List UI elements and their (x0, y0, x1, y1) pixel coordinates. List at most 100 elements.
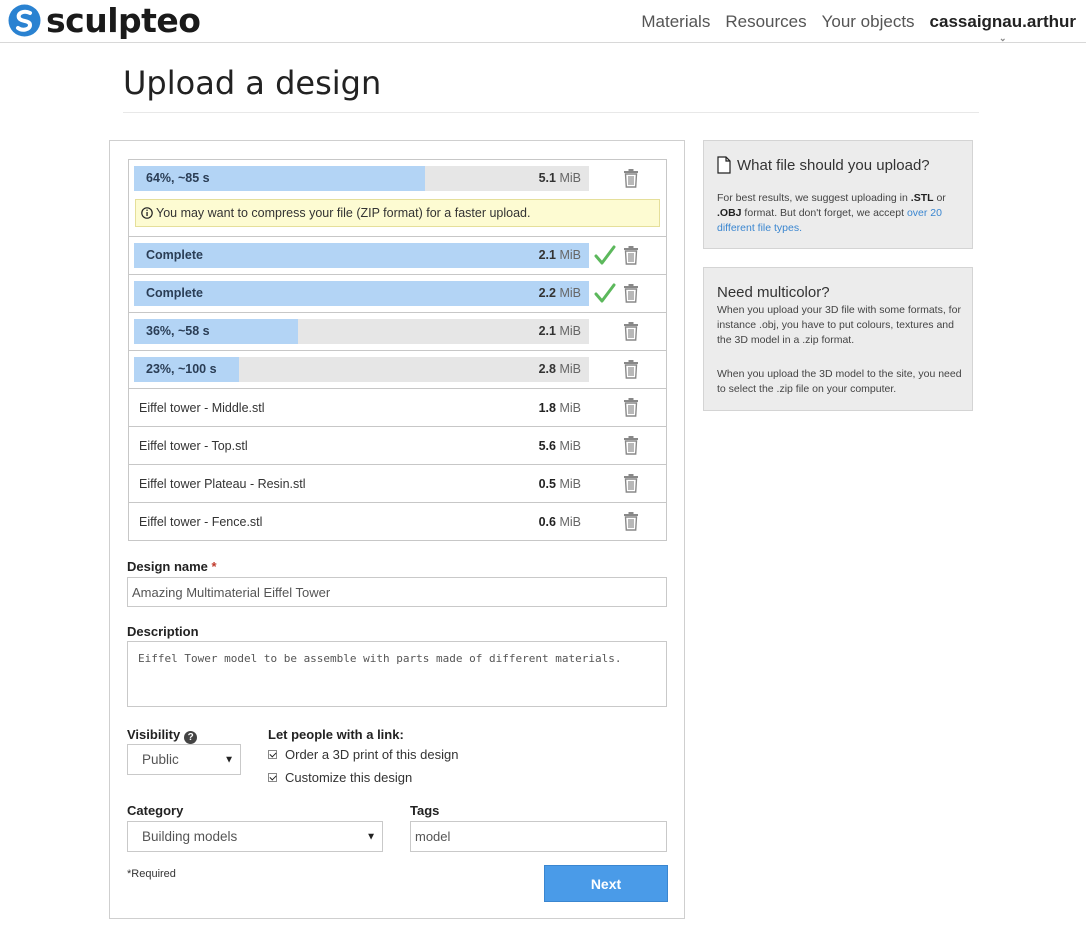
sculpteo-logo[interactable]: sculpteo (8, 0, 201, 40)
tags-input[interactable]: model (410, 821, 667, 852)
file-types-title-text: What file should you upload? (737, 156, 930, 174)
visibility-label: Visibility? (127, 727, 198, 744)
username: cassaignau.arthur (929, 11, 1076, 31)
file-size-unit: MiB (559, 248, 581, 262)
nav-your-objects[interactable]: Your objects (822, 12, 915, 32)
file-size: 1.8 MiB (516, 401, 581, 415)
category-select[interactable]: Building models ▼ (127, 821, 383, 852)
visibility-label-text: Visibility (127, 727, 181, 742)
upload-progress-bar: 23%, ~100 s 2.8 MiB (134, 357, 589, 382)
help-icon[interactable]: ? (184, 731, 198, 744)
nav-resources[interactable]: Resources (725, 12, 806, 32)
user-menu[interactable]: cassaignau.arthur ⌄ (929, 11, 1076, 43)
file-size-unit: MiB (559, 515, 581, 529)
trash-icon[interactable] (623, 511, 639, 531)
trash-icon[interactable] (623, 359, 639, 379)
upload-progress-bar: Complete 2.1 MiB (134, 243, 589, 268)
file-size-value: 0.6 (538, 515, 556, 529)
file-size-value: 2.8 (538, 362, 556, 376)
compression-warning: You may want to compress your file (ZIP … (135, 199, 660, 227)
dropdown-arrow-icon: ▼ (224, 754, 234, 765)
multicolor-text-1: When you upload your 3D file with some f… (717, 304, 961, 346)
file-size-unit: MiB (559, 477, 581, 491)
page-title: Upload a design (123, 64, 382, 102)
file-size: 0.5 MiB (516, 477, 581, 491)
obj-format: .OBJ (717, 207, 742, 219)
file-size: 2.1 MiB (539, 324, 581, 338)
file-size-unit: MiB (559, 362, 581, 376)
visibility-value: Public (142, 752, 179, 767)
warning-text: You may want to compress your file (ZIP … (156, 206, 531, 220)
tags-value: model (415, 829, 451, 844)
design-name-label: Design name * (127, 559, 217, 574)
file-row: Eiffel tower Plateau - Resin.stl 0.5 MiB (129, 464, 666, 502)
file-size-unit: MiB (559, 286, 581, 300)
nav-materials[interactable]: Materials (641, 12, 710, 32)
main-nav: Materials Resources Your objects cassaig… (641, 0, 1076, 43)
tags-label: Tags (410, 803, 440, 818)
link-permissions-label: Let people with a link: (268, 727, 404, 742)
file-size: 2.1 MiB (539, 248, 581, 262)
file-size-unit: MiB (559, 401, 581, 415)
upload-status: 23%, ~100 s (146, 362, 217, 376)
top-navbar: sculpteo Materials Resources Your object… (0, 0, 1086, 43)
file-row: Eiffel tower - Middle.stl 1.8 MiB (129, 388, 666, 426)
design-name-input[interactable]: Amazing Multimaterial Eiffel Tower (127, 577, 667, 607)
required-note: *Required (127, 868, 176, 880)
upload-status: 64%, ~85 s (146, 171, 210, 185)
file-name: Eiffel tower - Fence.stl (139, 515, 263, 529)
description-label: Description (127, 624, 199, 639)
divider (123, 112, 979, 113)
document-icon (717, 156, 731, 174)
file-name: Eiffel tower Plateau - Resin.stl (139, 477, 306, 491)
text-part: For best results, we suggest uploading i… (717, 192, 911, 204)
file-row: Complete 2.1 MiB (129, 236, 666, 274)
upload-progress-bar: 64%, ~85 s 5.1 MiB (134, 166, 589, 191)
order-print-label: Order a 3D print of this design (285, 747, 459, 762)
order-print-option[interactable]: Order a 3D print of this design (268, 747, 458, 762)
text-part: format. But don't forget, we accept (741, 207, 907, 219)
trash-icon[interactable] (623, 168, 639, 188)
file-row: Eiffel tower - Top.stl 5.6 MiB (129, 426, 666, 464)
file-types-text: For best results, we suggest uploading i… (717, 191, 965, 236)
info-icon (141, 207, 153, 219)
description-textarea[interactable]: Eiffel Tower model to be assemble with p… (127, 641, 667, 707)
customize-checkbox[interactable] (268, 773, 277, 782)
upload-progress-bar: 36%, ~58 s 2.1 MiB (134, 319, 589, 344)
upload-progress-bar: Complete 2.2 MiB (134, 281, 589, 306)
file-types-help-box: What file should you upload? For best re… (703, 140, 973, 249)
file-size-unit: MiB (559, 439, 581, 453)
multicolor-help-box: Need multicolor? When you upload your 3D… (703, 267, 973, 411)
file-row: Complete 2.2 MiB (129, 274, 666, 312)
file-row: 23%, ~100 s 2.8 MiB (129, 350, 666, 388)
brand-name: sculpteo (46, 0, 201, 40)
file-size-value: 2.2 (538, 286, 556, 300)
upload-status: Complete (146, 286, 203, 300)
upload-panel: 64%, ~85 s 5.1 MiB You may want to compres… (109, 140, 685, 919)
visibility-select[interactable]: Public ▼ (127, 744, 241, 775)
trash-icon[interactable] (623, 397, 639, 417)
customize-option[interactable]: Customize this design (268, 770, 412, 785)
check-icon (594, 283, 616, 303)
description-value: Eiffel Tower model to be assemble with p… (138, 652, 622, 665)
file-row: 64%, ~85 s 5.1 MiB You may want to compres… (129, 160, 666, 236)
file-size-value: 1.8 (538, 401, 556, 415)
order-print-checkbox[interactable] (268, 750, 277, 759)
file-types-title: What file should you upload? (717, 156, 930, 174)
trash-icon[interactable] (623, 283, 639, 303)
file-name: Eiffel tower - Middle.stl (139, 401, 265, 415)
chevron-down-icon: ⌄ (998, 32, 1007, 43)
sculpteo-logo-icon (8, 4, 41, 36)
trash-icon[interactable] (623, 321, 639, 341)
upload-status: 36%, ~58 s (146, 324, 210, 338)
required-asterisk: * (211, 559, 217, 574)
category-label: Category (127, 803, 184, 818)
next-button[interactable]: Next (544, 865, 668, 902)
trash-icon[interactable] (623, 435, 639, 455)
trash-icon[interactable] (623, 245, 639, 265)
stl-format: .STL (910, 192, 934, 204)
dropdown-arrow-icon: ▼ (366, 831, 376, 842)
upload-status: Complete (146, 248, 203, 262)
trash-icon[interactable] (623, 473, 639, 493)
multicolor-text-2: When you upload the 3D model to the site… (717, 368, 962, 395)
